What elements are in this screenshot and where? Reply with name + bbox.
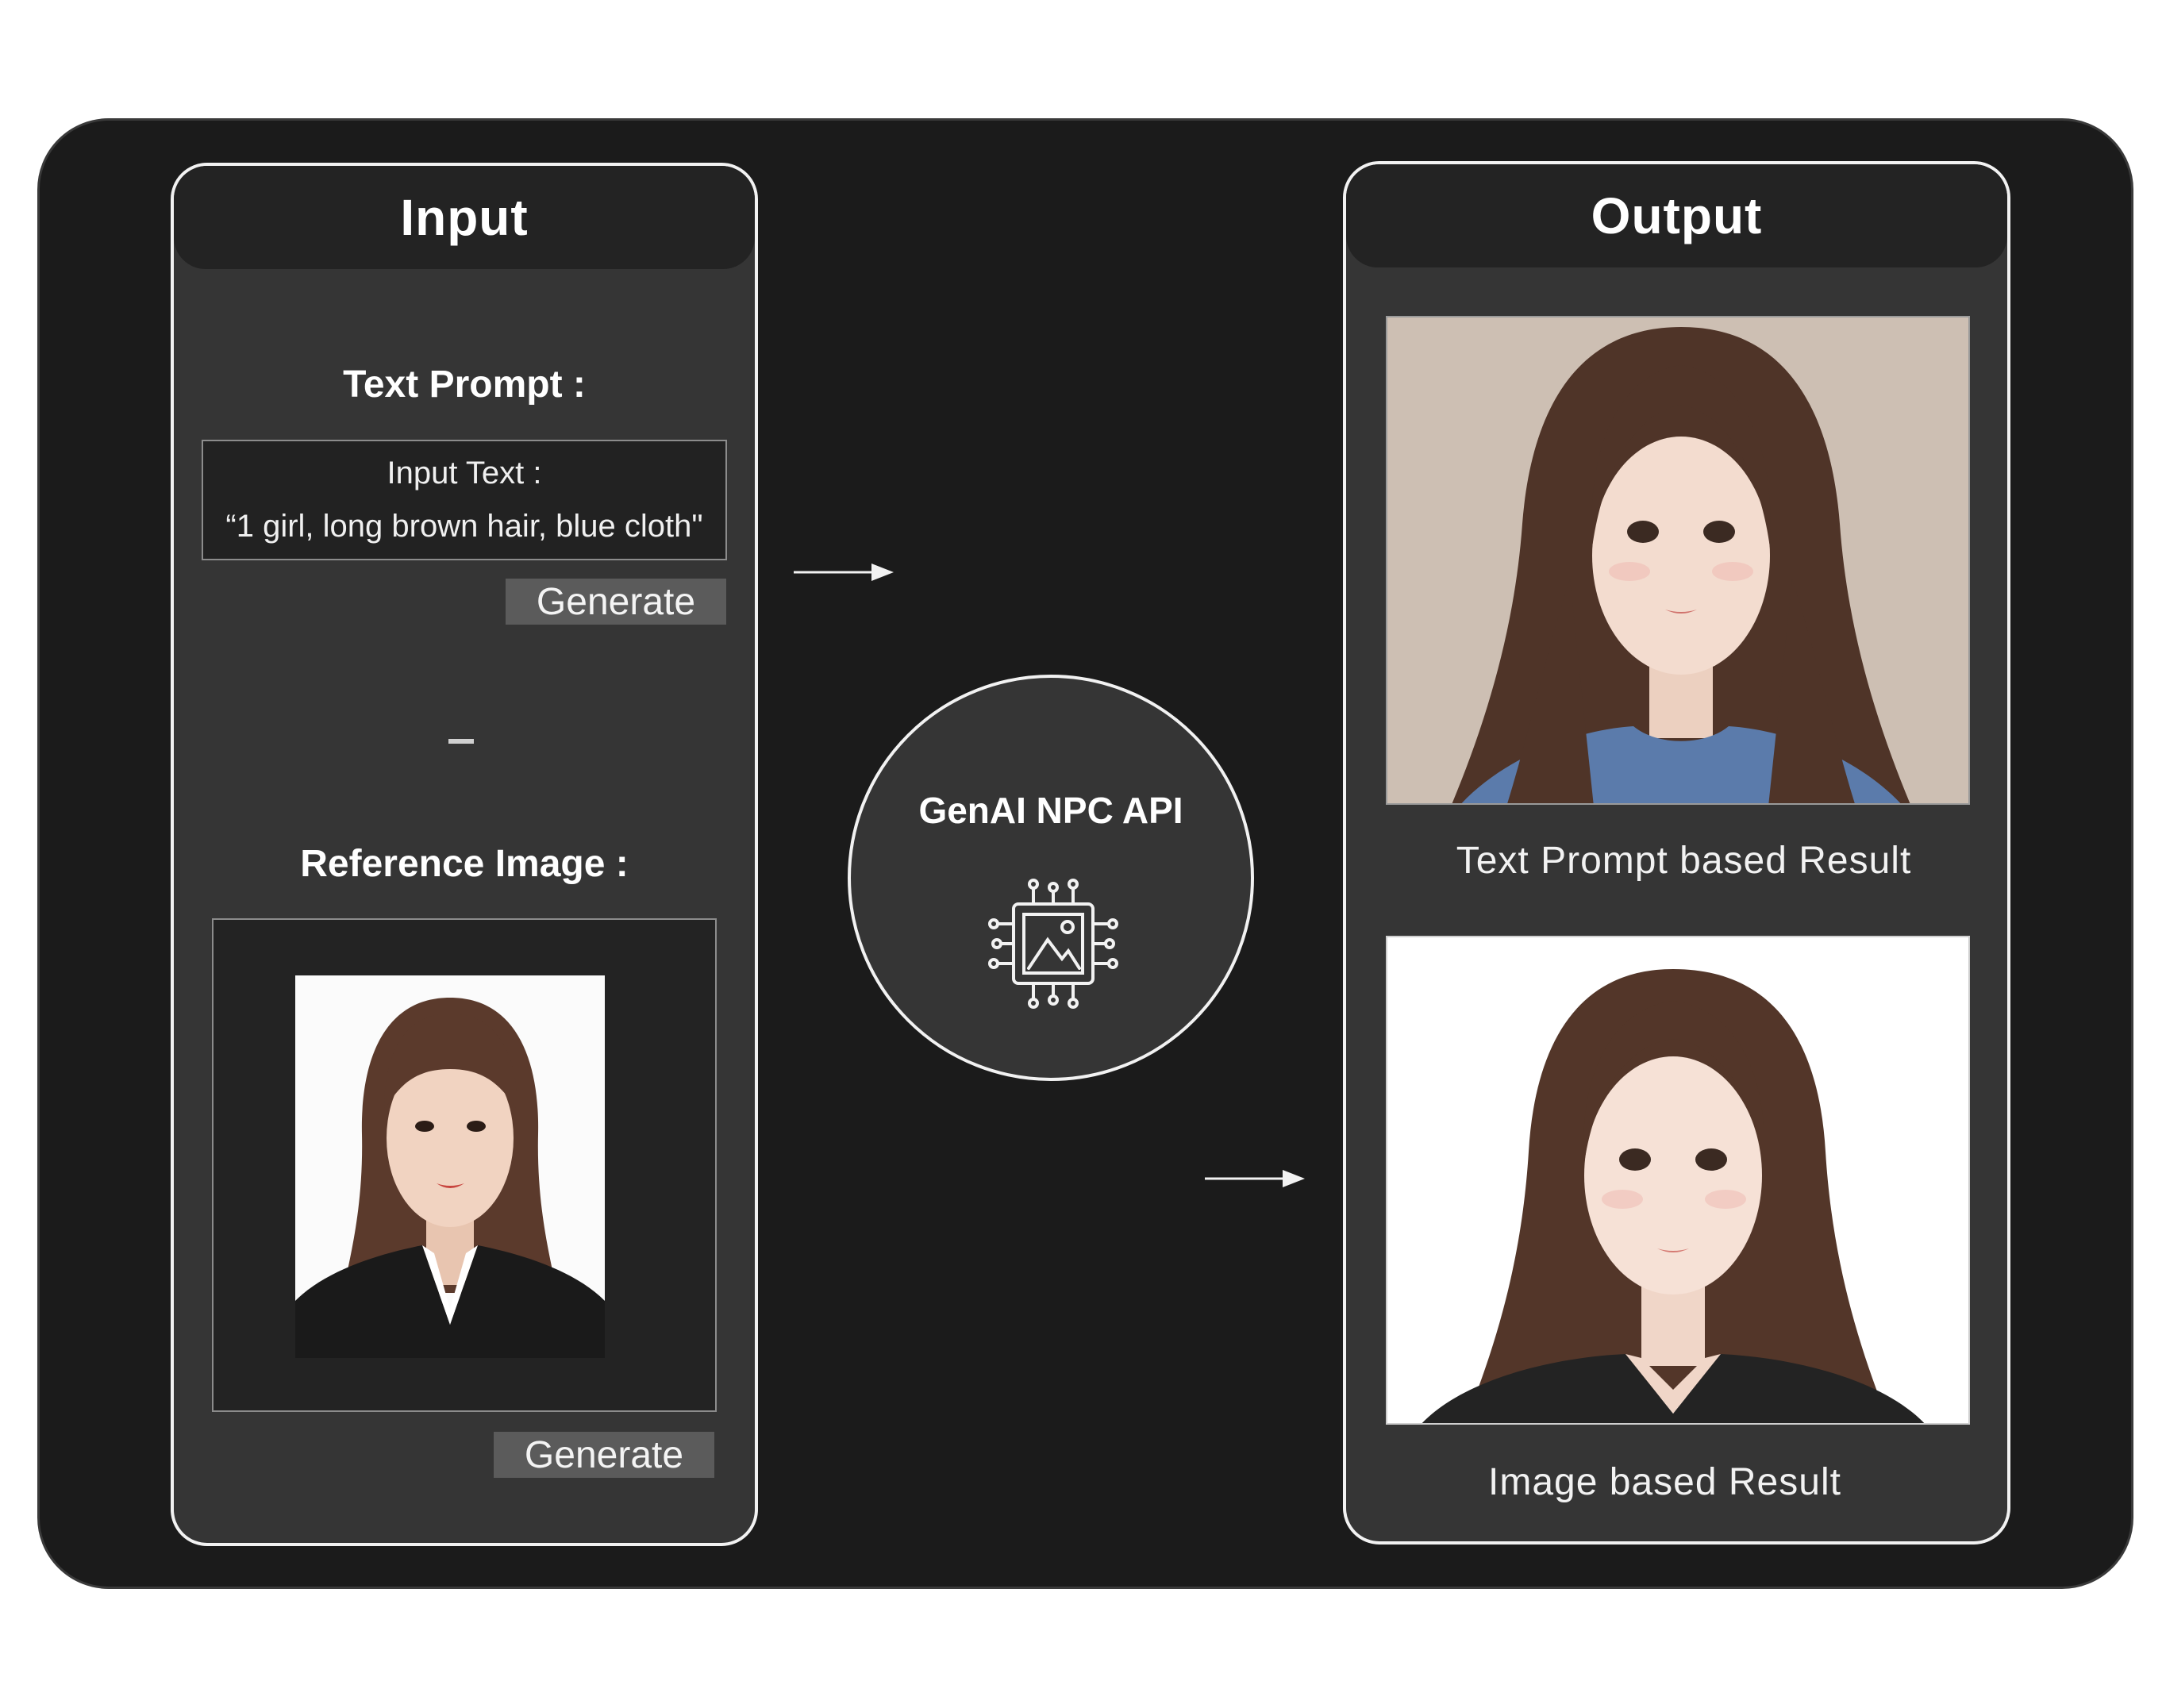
- input-panel: Input Text Prompt : Input Text : “1 girl…: [171, 163, 758, 1546]
- text-prompt-result-image: [1386, 316, 1970, 805]
- output-panel: Output Text Prompt based Result Image ba…: [1343, 161, 2010, 1545]
- input-text-value: “1 girl, long brown hair, blue cloth": [225, 509, 703, 544]
- genai-npc-api-node: GenAI NPC API: [848, 675, 1254, 1081]
- generate-text-button[interactable]: Generate: [506, 579, 726, 625]
- ai-chip-image-icon: [988, 879, 1118, 1009]
- arrow-to-output: [1205, 1170, 1305, 1187]
- separator-dash: [448, 739, 474, 744]
- reference-photo-image: [295, 975, 605, 1358]
- arrow-to-api: [794, 564, 894, 581]
- generated-portrait-blue: [1387, 317, 1968, 803]
- generated-portrait-dark: [1387, 937, 1968, 1423]
- reference-image-frame[interactable]: [212, 918, 717, 1412]
- generate-image-button[interactable]: Generate: [494, 1432, 714, 1478]
- text-prompt-label: Text Prompt :: [343, 364, 586, 406]
- input-panel-header: Input: [174, 166, 755, 269]
- reference-image-label: Reference Image :: [300, 843, 629, 885]
- output-panel-title: Output: [1591, 187, 1763, 244]
- image-result-caption: Image based Result: [1488, 1461, 1841, 1503]
- api-label: GenAI NPC API: [918, 790, 1183, 831]
- input-text-box[interactable]: Input Text : “1 girl, long brown hair, b…: [202, 440, 727, 560]
- output-panel-header: Output: [1346, 164, 2007, 267]
- input-panel-title: Input: [400, 189, 529, 246]
- input-text-label: Input Text :: [387, 456, 542, 490]
- reference-photo: [295, 975, 605, 1358]
- text-result-caption: Text Prompt based Result: [1456, 840, 1912, 882]
- image-based-result-image: [1386, 936, 1970, 1425]
